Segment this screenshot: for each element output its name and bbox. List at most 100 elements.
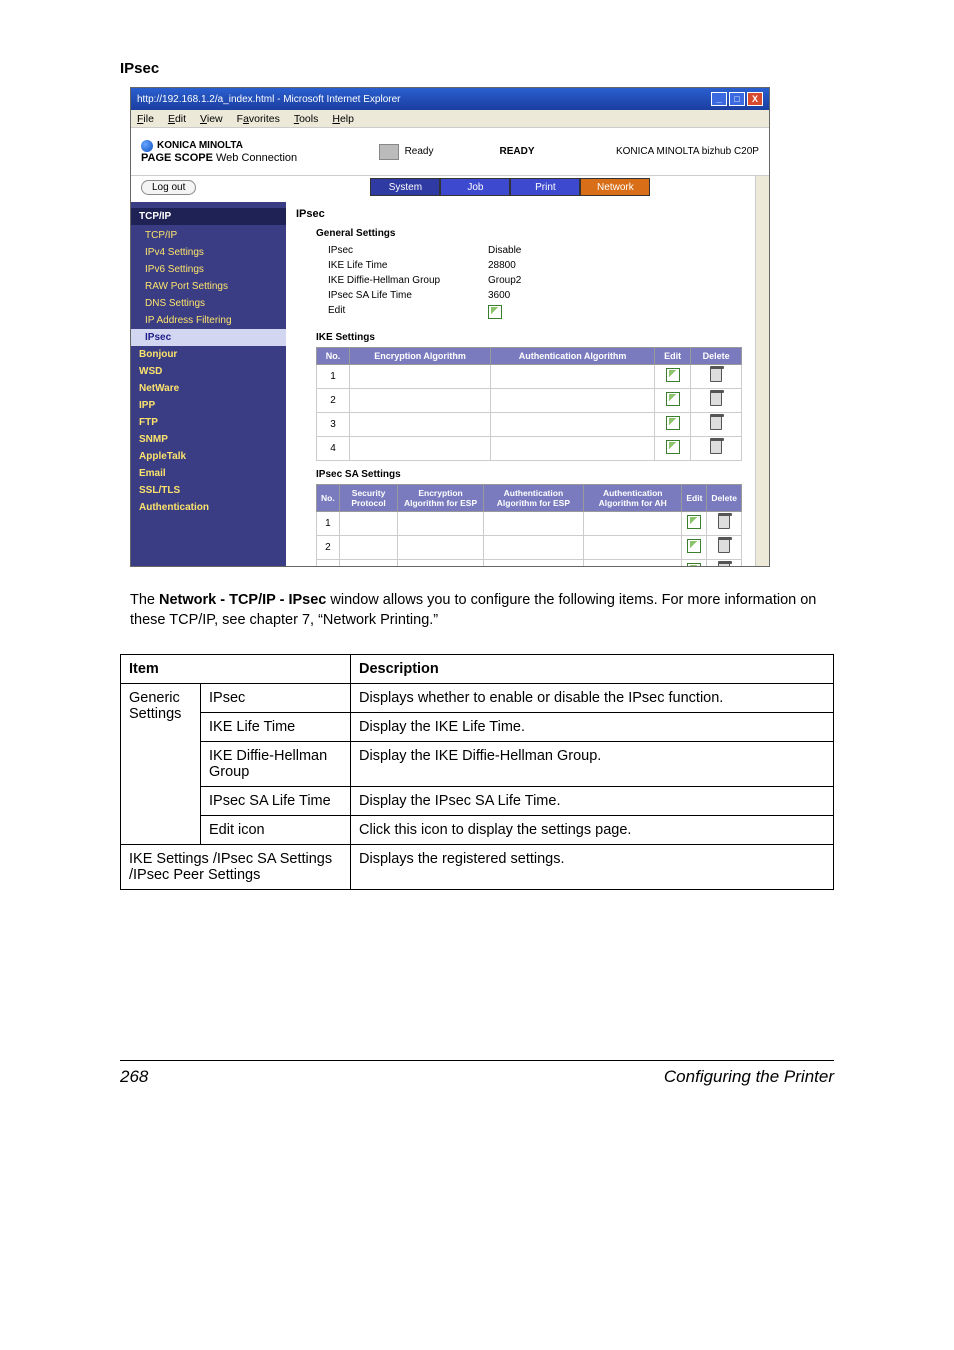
value-salife: 3600	[488, 290, 608, 301]
edit-icon[interactable]	[666, 368, 680, 382]
tab-job[interactable]: Job	[440, 178, 510, 196]
window-controls: _ □ X	[711, 92, 763, 106]
para-pre: The	[130, 592, 159, 608]
delete-icon[interactable]	[718, 563, 730, 566]
sidebar-item-ssltls[interactable]: SSL/TLS	[131, 482, 286, 499]
ike-row: 2	[317, 389, 742, 413]
ipsa-hdr-encesp: Encryption Algorithm for ESP	[398, 485, 483, 512]
cell-ike-ipsec-peer: IKE Settings /IPsec SA Settings /IPsec P…	[121, 845, 351, 890]
sidebar-item-email[interactable]: Email	[131, 465, 286, 482]
maximize-icon[interactable]: □	[729, 92, 745, 106]
menu-edit[interactable]: Edit	[168, 113, 186, 125]
toolbar-row: Log out System Job Print Network	[131, 176, 769, 202]
sidebar-item-dns[interactable]: DNS Settings	[131, 295, 286, 312]
ike-no: 1	[317, 365, 350, 389]
row-salife: IPsec SA Life Time3600	[296, 288, 759, 303]
general-settings-heading: General Settings	[296, 228, 759, 239]
sidebar-item-wsd[interactable]: WSD	[131, 363, 286, 380]
cell-ikelife-desc: Display the IKE Life Time.	[351, 713, 834, 742]
scrollbar[interactable]	[755, 176, 769, 566]
para-bold: Network - TCP/IP - IPsec	[159, 592, 326, 608]
close-icon[interactable]: X	[747, 92, 763, 106]
cell-editicon: Edit icon	[201, 816, 351, 845]
menu-help[interactable]: Help	[332, 113, 354, 125]
cell-generic: Generic Settings	[121, 684, 201, 845]
sidebar-item-rawport[interactable]: RAW Port Settings	[131, 278, 286, 295]
edit-icon[interactable]	[488, 305, 502, 319]
page-footer: 268 Configuring the Printer	[120, 1060, 834, 1087]
sidebar-item-appletalk[interactable]: AppleTalk	[131, 448, 286, 465]
delete-icon[interactable]	[710, 368, 722, 382]
sidebar-item-netware[interactable]: NetWare	[131, 380, 286, 397]
main-pane: IPsec General Settings IPsecDisable IKE …	[286, 202, 769, 566]
label-ikelife: IKE Life Time	[328, 260, 488, 271]
sidebar-item-tcpip[interactable]: TCP/IP	[131, 227, 286, 244]
ipsa-row: 1	[317, 512, 742, 536]
section-heading: IPsec	[120, 60, 834, 77]
logout-button[interactable]: Log out	[141, 180, 196, 195]
cell-ikelife: IKE Life Time	[201, 713, 351, 742]
ipsa-hdr-no: No.	[317, 485, 340, 512]
ike-no: 3	[317, 413, 350, 437]
sidebar-item-ipsec[interactable]: IPsec	[131, 329, 286, 346]
edit-icon[interactable]	[687, 563, 701, 566]
description-paragraph: The Network - TCP/IP - IPsec window allo…	[130, 591, 824, 630]
ike-row: 1	[317, 365, 742, 389]
page-number: 268	[120, 1067, 148, 1087]
sidebar-item-ipfilter[interactable]: IP Address Filtering	[131, 312, 286, 329]
sidebar-item-ipv4[interactable]: IPv4 Settings	[131, 244, 286, 261]
row-edit: Edit	[296, 303, 759, 324]
edit-icon[interactable]	[666, 440, 680, 454]
sidebar-item-bonjour[interactable]: Bonjour	[131, 346, 286, 363]
menu-tools[interactable]: Tools	[294, 113, 319, 125]
table-row: IKE Settings /IPsec SA Settings /IPsec P…	[121, 845, 834, 890]
table-row: IKE Diffie-Hellman Group Display the IKE…	[121, 742, 834, 787]
sidebar-item-ipv6[interactable]: IPv6 Settings	[131, 261, 286, 278]
ipsa-hdr-authah: Authentication Algorithm for AH	[584, 485, 682, 512]
delete-icon[interactable]	[710, 416, 722, 430]
row-ipsec: IPsecDisable	[296, 243, 759, 258]
sidebar-item-ftp[interactable]: FTP	[131, 414, 286, 431]
delete-icon[interactable]	[710, 392, 722, 406]
sidebar-item-snmp[interactable]: SNMP	[131, 431, 286, 448]
edit-icon[interactable]	[666, 392, 680, 406]
logo-dot-icon	[141, 140, 153, 152]
menu-file[interactable]: File	[137, 113, 154, 125]
ike-table: No. Encryption Algorithm Authentication …	[316, 347, 742, 461]
ike-row: 3	[317, 413, 742, 437]
sidebar-item-ipp[interactable]: IPP	[131, 397, 286, 414]
hdr-item: Item	[121, 655, 351, 684]
ike-hdr-del: Delete	[691, 348, 742, 365]
tab-system[interactable]: System	[370, 178, 440, 196]
cell-ikedh: IKE Diffie-Hellman Group	[201, 742, 351, 787]
cell-ipsec: IPsec	[201, 684, 351, 713]
ipsa-row: 3	[317, 560, 742, 567]
edit-icon[interactable]	[687, 515, 701, 529]
minimize-icon[interactable]: _	[711, 92, 727, 106]
tab-network[interactable]: Network	[580, 178, 650, 196]
ike-no: 4	[317, 437, 350, 461]
delete-icon[interactable]	[718, 515, 730, 529]
edit-icon[interactable]	[687, 539, 701, 553]
menu-favorites[interactable]: Favorites	[237, 113, 280, 125]
ipsa-hdr-secproto: Security Protocol	[339, 485, 398, 512]
brand-webconnection: Web Connection	[216, 152, 297, 164]
main-tabs: System Job Print Network	[370, 178, 650, 196]
ipsec-sa-table: No. Security Protocol Encryption Algorit…	[316, 484, 742, 566]
menu-view[interactable]: View	[200, 113, 223, 125]
cell-editicon-desc: Click this icon to display the settings …	[351, 816, 834, 845]
sidebar: TCP/IP TCP/IP IPv4 Settings IPv6 Setting…	[131, 202, 286, 566]
delete-icon[interactable]	[710, 440, 722, 454]
sidebar-item-auth[interactable]: Authentication	[131, 499, 286, 516]
ike-hdr-no: No.	[317, 348, 350, 365]
ipsa-hdr-del: Delete	[707, 485, 742, 512]
table-row: IKE Life Time Display the IKE Life Time.	[121, 713, 834, 742]
ipsa-no: 3	[317, 560, 340, 567]
ipsec-screenshot: http://192.168.1.2/a_index.html - Micros…	[130, 87, 770, 567]
delete-icon[interactable]	[718, 539, 730, 553]
sidebar-group-tcpip[interactable]: TCP/IP	[131, 208, 286, 225]
table-row: Edit icon Click this icon to display the…	[121, 816, 834, 845]
ipsa-no: 1	[317, 512, 340, 536]
tab-print[interactable]: Print	[510, 178, 580, 196]
edit-icon[interactable]	[666, 416, 680, 430]
